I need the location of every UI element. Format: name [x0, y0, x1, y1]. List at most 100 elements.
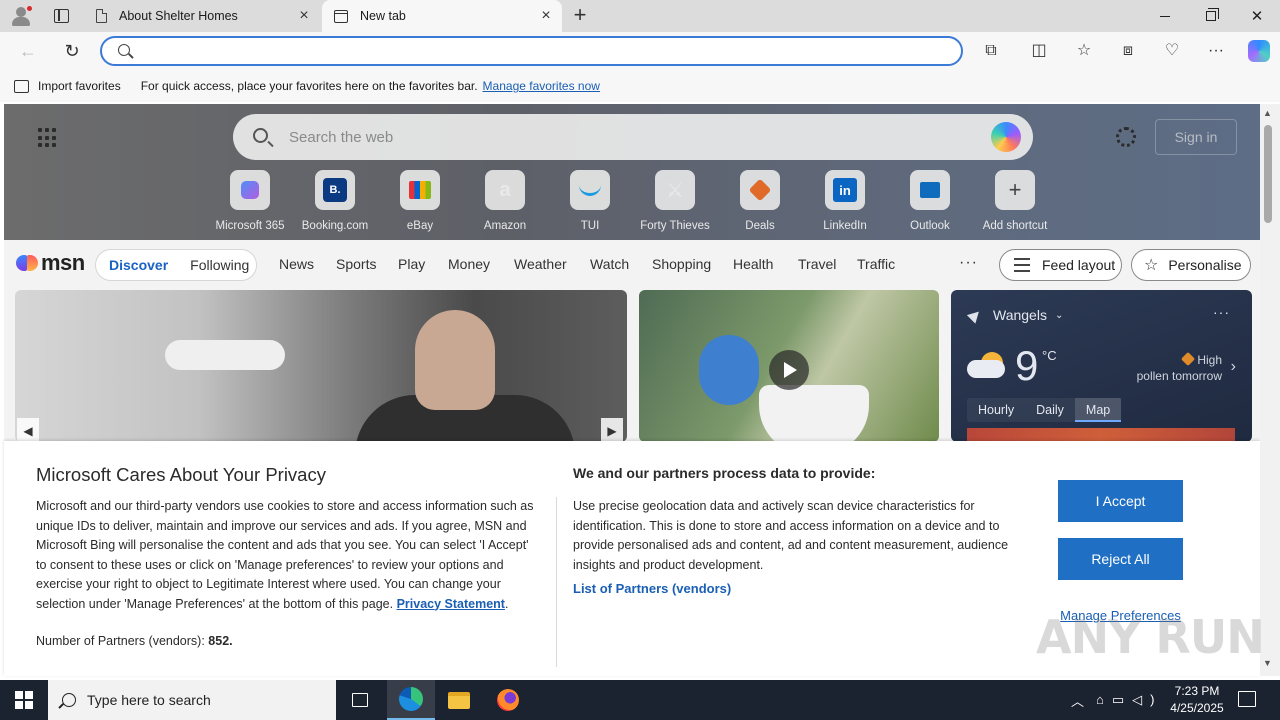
extensions-icon[interactable]: ⧉ [981, 41, 1001, 61]
copilot-icon[interactable] [991, 122, 1021, 152]
accept-button[interactable]: I Accept [1058, 480, 1183, 522]
favorites-star-icon[interactable]: ☆ [1074, 41, 1094, 61]
shortcut-booking[interactable]: B. Booking.com [292, 170, 378, 232]
web-search-placeholder: Search the web [289, 129, 394, 146]
reject-all-button[interactable]: Reject All [1058, 538, 1183, 580]
privacy-statement-link[interactable]: Privacy Statement [397, 597, 505, 611]
task-view-icon[interactable] [336, 680, 384, 720]
browser-essentials-icon[interactable]: ♡ [1162, 41, 1182, 61]
notifications-icon[interactable] [1238, 691, 1256, 707]
sign-in-button[interactable]: Sign in [1155, 119, 1237, 155]
shortcut-deals[interactable]: Deals [717, 170, 803, 232]
weather-tab-daily[interactable]: Daily [1025, 398, 1075, 422]
tab-discover[interactable]: Discover [109, 257, 168, 273]
scroll-down-icon[interactable]: ▼ [1263, 658, 1272, 668]
weather-card[interactable]: Wangels ⌄ ··· 9 °C High pollen tomorrow … [951, 290, 1252, 442]
edge-taskbar-icon[interactable] [387, 680, 435, 720]
shortcut-label: Forty Thieves [640, 220, 710, 232]
scroll-up-icon[interactable]: ▲ [1263, 108, 1272, 118]
shortcut-label: Booking.com [301, 220, 369, 232]
split-screen-icon[interactable]: ◫ [1029, 41, 1049, 61]
weather-map[interactable] [967, 428, 1235, 442]
msn-logo[interactable]: msn [16, 250, 85, 276]
play-icon[interactable] [769, 350, 809, 390]
shortcut-tui[interactable]: TUI [547, 170, 633, 232]
close-tab-icon[interactable]: × [538, 8, 554, 24]
tab-following[interactable]: Following [190, 257, 249, 273]
import-favorites-button[interactable]: Import favorites [14, 79, 121, 93]
page-icon [96, 9, 107, 23]
manage-favorites-link[interactable]: Manage favorites now [483, 79, 600, 93]
weather-tab-hourly[interactable]: Hourly [967, 398, 1025, 422]
favorites-message: For quick access, place your favorites h… [140, 79, 478, 93]
news-card-image-main[interactable]: ◀ ▶ [15, 290, 627, 442]
shortcut-label: LinkedIn [823, 220, 867, 232]
shortcut-label: Amazon [483, 220, 527, 232]
nav-shopping[interactable]: Shopping [652, 256, 711, 272]
personalise-button[interactable]: ☆ Personalise [1131, 249, 1251, 281]
restore-button[interactable] [1188, 0, 1234, 32]
more-categories-icon[interactable]: ··· [959, 254, 978, 272]
close-tab-icon[interactable]: × [296, 8, 312, 24]
windows-start-icon[interactable] [15, 691, 33, 709]
nav-health[interactable]: Health [733, 256, 773, 272]
weather-tab-map[interactable]: Map [1074, 398, 1122, 422]
location-arrow-icon [966, 306, 984, 324]
copilot-icon[interactable] [1248, 40, 1270, 62]
taskbar-clock[interactable]: 7:23 PM 4/25/2025 [1166, 683, 1228, 717]
weather-unit: °C [1042, 348, 1057, 363]
nav-money[interactable]: Money [448, 256, 490, 272]
booking-icon: B. [315, 170, 355, 210]
profile-icon[interactable] [9, 5, 33, 27]
outlook-icon [910, 170, 950, 210]
carousel-next-icon[interactable]: ▶ [601, 418, 623, 442]
shortcut-add[interactable]: + Add shortcut [972, 170, 1058, 232]
apps-launcher-icon[interactable] [38, 128, 58, 148]
nav-travel[interactable]: Travel [798, 256, 836, 272]
shortcut-ebay[interactable]: eBay [377, 170, 463, 232]
list-of-partners-link[interactable]: List of Partners (vendors) [573, 581, 731, 596]
scrollbar-thumb[interactable] [1264, 125, 1272, 223]
privacy-body: Microsoft and our third-party vendors us… [36, 499, 534, 611]
shortcut-forty-thieves[interactable]: ⚔ Forty Thieves [632, 170, 718, 232]
new-tab-page-icon [334, 9, 348, 23]
shortcut-linkedin[interactable]: in LinkedIn [802, 170, 888, 232]
favorites-bar: Import favorites For quick access, place… [0, 70, 1280, 102]
shortcut-label: TUI [580, 220, 600, 232]
tab-about-shelter-homes[interactable]: About Shelter Homes × [84, 0, 320, 32]
address-bar[interactable] [100, 36, 963, 66]
shortcut-microsoft-365[interactable]: Microsoft 365 [207, 170, 293, 232]
carousel-prev-icon[interactable]: ◀ [17, 418, 39, 442]
nav-sports[interactable]: Sports [336, 256, 376, 272]
nav-news[interactable]: News [279, 256, 314, 272]
shortcut-outlook[interactable]: Outlook [887, 170, 973, 232]
taskbar-search[interactable]: Type here to search [48, 680, 336, 720]
feed-layout-button[interactable]: Feed layout [999, 249, 1122, 281]
nav-watch[interactable]: Watch [590, 256, 629, 272]
shortcut-amazon[interactable]: a Amazon [462, 170, 548, 232]
back-button[interactable]: ← [17, 40, 39, 62]
system-tray-icons[interactable]: ⌂▭◁) [1096, 680, 1162, 720]
minimize-button[interactable] [1142, 0, 1188, 32]
tab-actions-icon[interactable] [51, 6, 71, 26]
pollen-label: pollen tomorrow [1136, 369, 1222, 383]
refresh-button[interactable]: ↻ [61, 40, 83, 62]
nav-weather[interactable]: Weather [514, 256, 567, 272]
show-hidden-icons-icon[interactable]: ︿ [1071, 680, 1084, 720]
firefox-icon[interactable] [484, 680, 532, 720]
close-window-button[interactable]: ✕ [1234, 0, 1280, 32]
weather-location[interactable]: Wangels ⌄ [966, 306, 1063, 324]
tab-new-tab[interactable]: New tab × [322, 0, 562, 32]
chevron-right-icon[interactable]: › [1231, 358, 1236, 376]
nav-play[interactable]: Play [398, 256, 425, 272]
file-explorer-icon[interactable] [435, 680, 483, 720]
web-search-box[interactable]: Search the web [233, 114, 1033, 160]
weather-more-icon[interactable]: ··· [1213, 304, 1230, 320]
collections-icon[interactable]: ⧈ [1118, 41, 1138, 61]
import-favorites-label: Import favorites [38, 79, 121, 93]
new-tab-button[interactable]: + [569, 4, 591, 27]
settings-more-icon[interactable]: ··· [1206, 41, 1226, 61]
nav-traffic[interactable]: Traffic [857, 256, 895, 272]
news-card-image-video[interactable] [639, 290, 939, 442]
page-settings-icon[interactable] [1116, 127, 1136, 147]
